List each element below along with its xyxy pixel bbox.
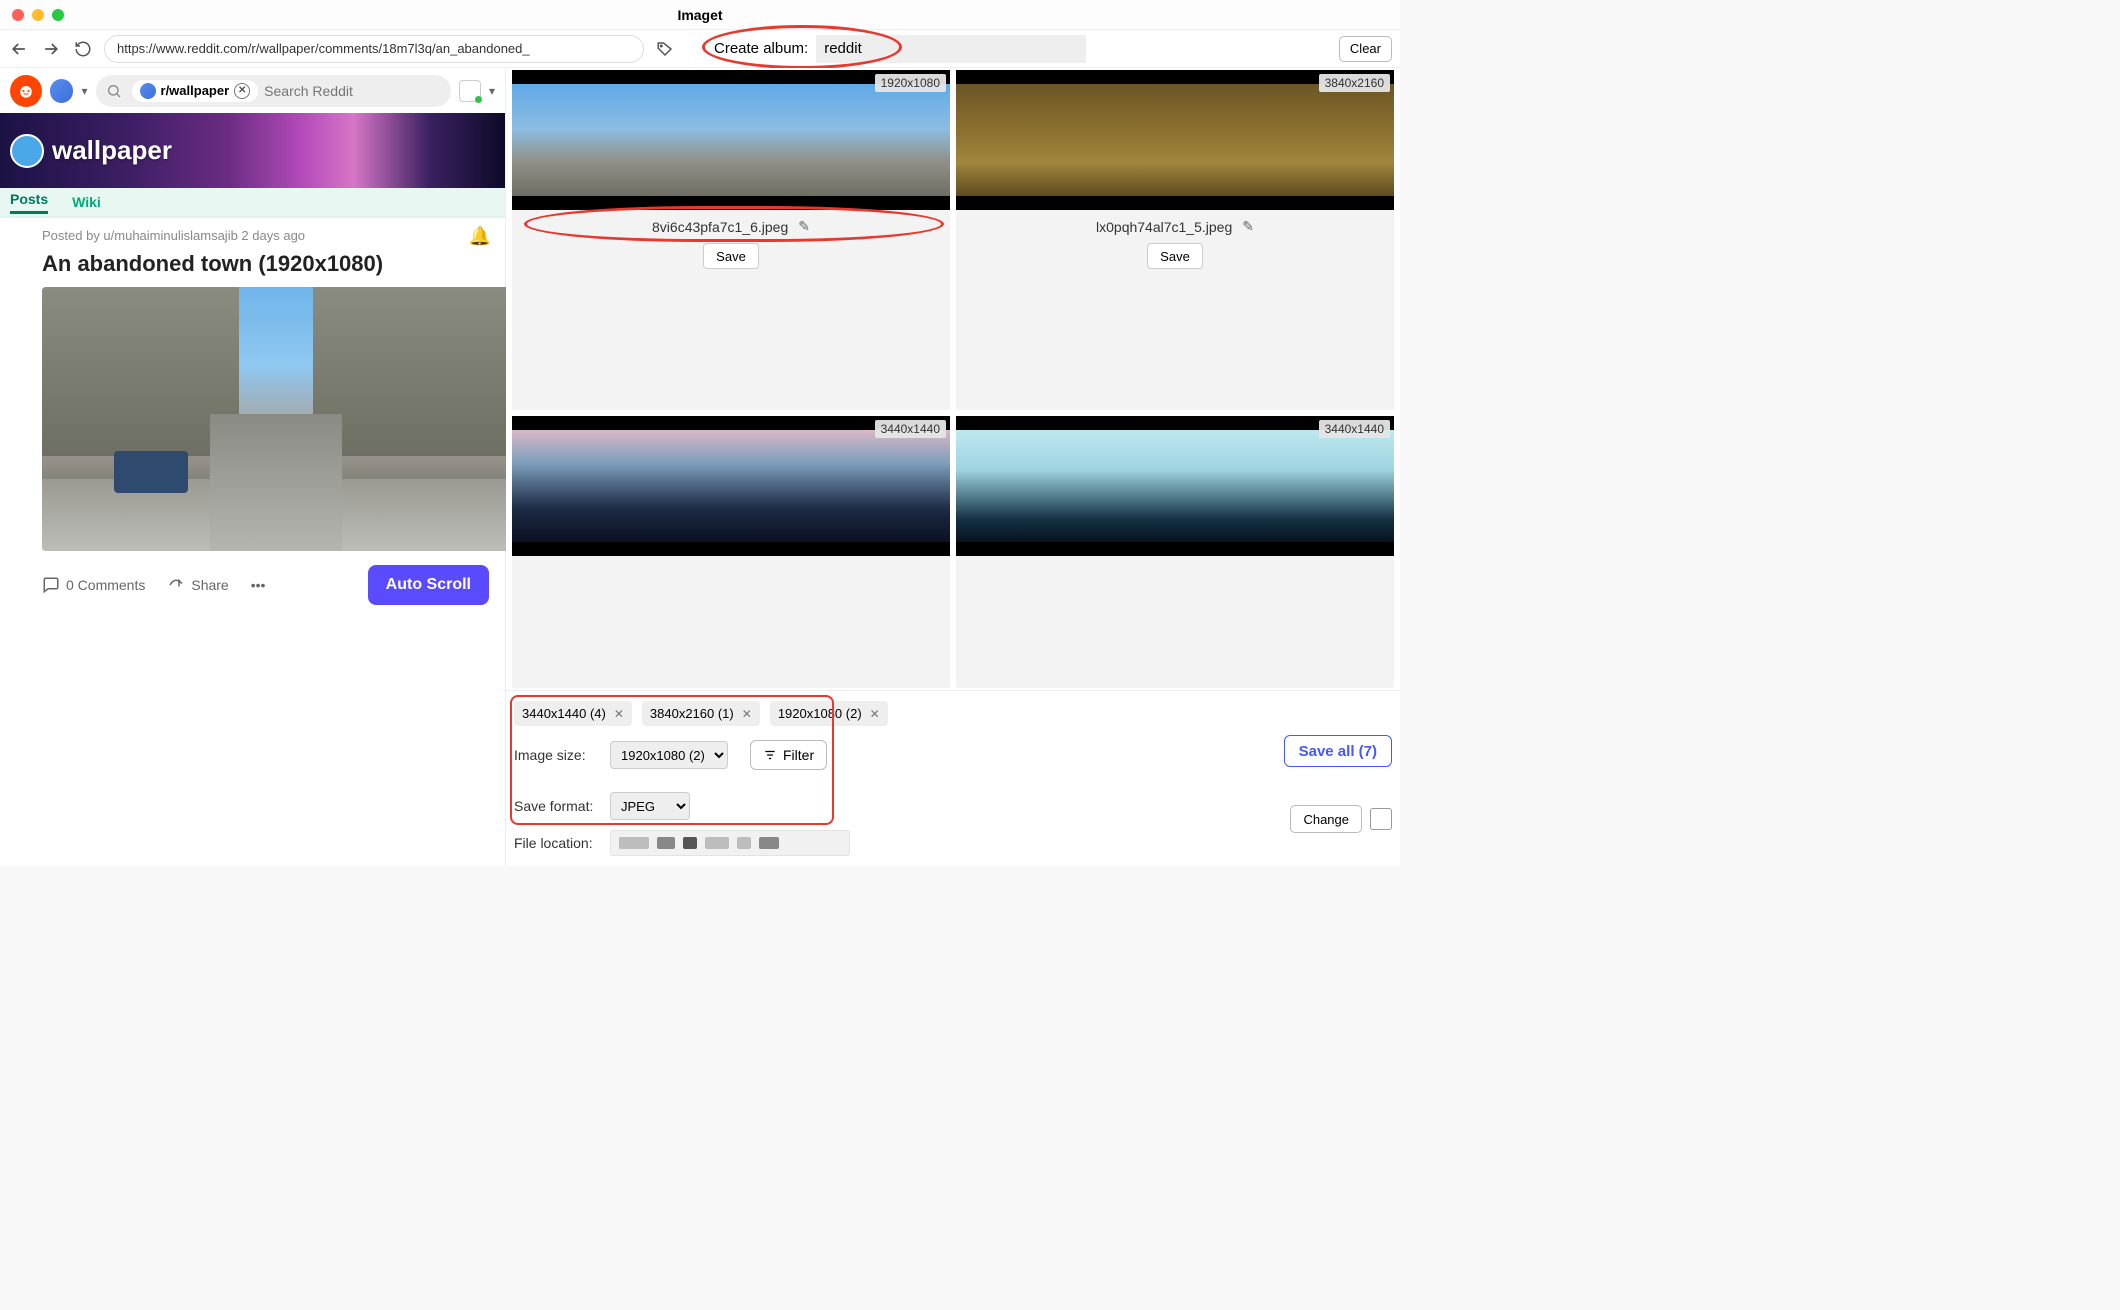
thumbnail[interactable]: 3440x1440 [512, 416, 950, 556]
resolution-badge: 3440x1440 [1319, 420, 1390, 438]
window-controls [12, 9, 64, 21]
bell-icon[interactable]: 🔔 [469, 226, 491, 247]
thumbnail[interactable]: 3840x2160 [956, 70, 1394, 210]
save-format-select[interactable]: JPEG [610, 792, 690, 820]
chip-remove-icon[interactable]: ✕ [742, 707, 752, 721]
minimize-icon[interactable] [32, 9, 44, 21]
image-card: 1920x1080 8vi6c43pfa7c1_6.jpeg ✎ Save [512, 70, 950, 410]
edit-icon[interactable]: ✎ [798, 218, 810, 235]
filter-button[interactable]: Filter [750, 740, 827, 770]
image-size-row: Image size: 1920x1080 (2) Filter [514, 740, 1392, 770]
image-size-select[interactable]: 1920x1080 (2) [610, 741, 728, 769]
chevron-down-icon[interactable]: ▾ [81, 84, 87, 98]
create-album-input[interactable] [816, 35, 1086, 63]
resolution-badge: 3440x1440 [875, 420, 946, 438]
save-all-button[interactable]: Save all (7) [1284, 735, 1392, 767]
subreddit-title: wallpaper [52, 135, 172, 166]
search-icon [106, 83, 122, 99]
image-card: 3840x2160 lx0pqh74al7c1_5.jpeg ✎ Save [956, 70, 1394, 410]
tab-posts[interactable]: Posts [10, 191, 48, 214]
filter-chip[interactable]: 3840x2160 (1)✕ [642, 701, 760, 726]
window-title: Imaget [677, 7, 722, 23]
reddit-search-input[interactable] [264, 83, 445, 99]
chevron-down-icon[interactable]: ▾ [489, 84, 495, 98]
filter-chip[interactable]: 1920x1080 (2)✕ [770, 701, 888, 726]
filter-chip[interactable]: 3440x1440 (4)✕ [514, 701, 632, 726]
thumbnail[interactable]: 1920x1080 [512, 70, 950, 210]
chip-label: r/wallpaper [161, 83, 230, 98]
filename: lx0pqh74al7c1_5.jpeg [1096, 219, 1232, 235]
thumbnail-grid: 1920x1080 8vi6c43pfa7c1_6.jpeg ✎ Save 38… [506, 68, 1400, 690]
url-bar[interactable]: https://www.reddit.com/r/wallpaper/comme… [104, 35, 644, 63]
resolution-badge: 3840x2160 [1319, 74, 1390, 92]
filename-row: 8vi6c43pfa7c1_6.jpeg ✎ [512, 210, 950, 243]
chip-remove-icon[interactable]: ✕ [614, 707, 624, 721]
image-card: 3440x1440 [956, 416, 1394, 689]
reddit-logo-icon[interactable] [10, 75, 42, 107]
post-meta: Posted by u/muhaiminulislamsajib 2 days … [42, 228, 489, 243]
more-icon[interactable]: ••• [251, 577, 266, 593]
save-button[interactable]: Save [703, 243, 759, 269]
thumbnail[interactable]: 3440x1440 [956, 416, 1394, 556]
subreddit-tabs: Posts Wiki [0, 188, 505, 218]
comments-button[interactable]: 0 Comments [42, 576, 145, 594]
nav-toolbar: https://www.reddit.com/r/wallpaper/comme… [0, 30, 1400, 68]
chip-remove-icon[interactable]: ✕ [870, 707, 880, 721]
browser-pane: ▾ r/wallpaper ✕ ▾ wallpaper Posts Wiki 🔔 [0, 68, 506, 866]
reddit-search[interactable]: r/wallpaper ✕ [96, 75, 452, 107]
titlebar: Imaget [0, 0, 1400, 30]
post: 🔔 Posted by u/muhaiminulislamsajib 2 day… [0, 218, 505, 609]
chip-avatar-icon [140, 83, 156, 99]
create-album: Create album: [714, 35, 1086, 63]
filename-row: lx0pqh74al7c1_5.jpeg ✎ [956, 210, 1394, 243]
maximize-icon[interactable] [52, 9, 64, 21]
file-location-label: File location: [514, 835, 600, 851]
bottom-panel: 3440x1440 (4)✕ 3840x2160 (1)✕ 1920x1080 … [506, 690, 1400, 866]
save-format-row: Save format: JPEG [514, 792, 1392, 820]
post-actions: 0 Comments Share ••• Auto Scroll [42, 551, 489, 609]
clear-button[interactable]: Clear [1339, 36, 1392, 62]
url-text: https://www.reddit.com/r/wallpaper/comme… [117, 41, 530, 56]
create-album-label: Create album: [714, 40, 808, 57]
subreddit-banner: wallpaper [0, 113, 505, 188]
reddit-header: ▾ r/wallpaper ✕ ▾ [0, 68, 505, 113]
subreddit-chip[interactable]: r/wallpaper ✕ [132, 80, 259, 102]
chip-remove-icon[interactable]: ✕ [234, 83, 250, 99]
share-button[interactable]: Share [167, 576, 228, 594]
edit-icon[interactable]: ✎ [1242, 218, 1254, 235]
filename: 8vi6c43pfa7c1_6.jpeg [652, 219, 788, 235]
save-button[interactable]: Save [1147, 243, 1203, 269]
file-location-input[interactable] [610, 830, 850, 856]
downloader-pane: 1920x1080 8vi6c43pfa7c1_6.jpeg ✎ Save 38… [506, 68, 1400, 866]
post-image[interactable] [42, 287, 510, 551]
forward-icon[interactable] [40, 38, 62, 60]
resolution-badge: 1920x1080 [875, 74, 946, 92]
image-card: 3440x1440 [512, 416, 950, 689]
post-title: An abandoned town (1920x1080) [42, 251, 489, 277]
file-location-row: File location: [514, 830, 1392, 856]
reload-icon[interactable] [72, 38, 94, 60]
subreddit-avatar-icon [10, 134, 44, 168]
main-split: ▾ r/wallpaper ✕ ▾ wallpaper Posts Wiki 🔔 [0, 68, 1400, 866]
comments-label: 0 Comments [66, 577, 145, 593]
tab-wiki[interactable]: Wiki [72, 194, 101, 210]
app-icon[interactable] [459, 80, 481, 102]
share-label: Share [191, 577, 228, 593]
image-size-label: Image size: [514, 747, 600, 763]
save-format-label: Save format: [514, 798, 600, 814]
auto-scroll-button[interactable]: Auto Scroll [368, 565, 489, 605]
tag-icon[interactable] [654, 38, 676, 60]
close-icon[interactable] [12, 9, 24, 21]
filter-chips: 3440x1440 (4)✕ 3840x2160 (1)✕ 1920x1080 … [514, 701, 1392, 726]
community-avatar-icon[interactable] [50, 79, 74, 103]
back-icon[interactable] [8, 38, 30, 60]
